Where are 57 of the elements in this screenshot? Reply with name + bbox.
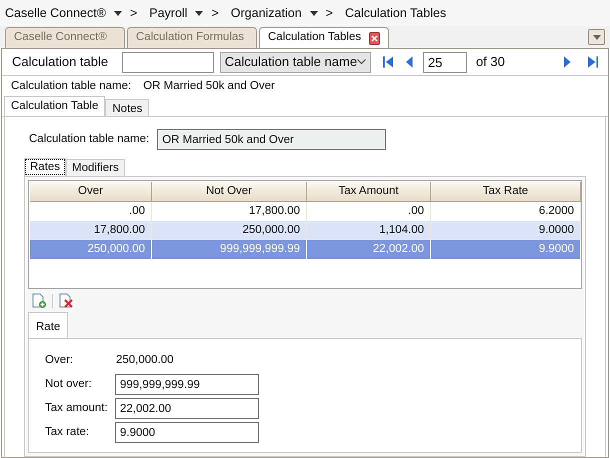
table-cell: 17,800.00 (30, 221, 152, 240)
breadcrumb-item[interactable]: Calculation Tables (344, 4, 446, 22)
caret-icon (592, 34, 600, 40)
page-count: of 30 (476, 53, 506, 72)
field-label: Calculation table name: (29, 132, 150, 147)
caret-icon[interactable] (310, 10, 318, 16)
tab[interactable]: Calculation Tables (259, 27, 389, 48)
field-label: Not over: (45, 376, 93, 392)
input-field[interactable]: 999,999,999.99 (115, 374, 259, 395)
table-cell: 22,002.00 (307, 240, 431, 259)
table-cell: 1,104.00 (307, 221, 431, 240)
field-label: Tax rate: (45, 424, 90, 440)
tab[interactable]: Calculation Table (4, 96, 106, 116)
chevron-down-icon (357, 59, 366, 65)
add-document-icon[interactable] (31, 293, 47, 309)
tab[interactable]: Rate (28, 312, 68, 338)
caret-icon[interactable] (114, 10, 122, 16)
column-header[interactable]: Tax Rate (431, 182, 581, 202)
breadcrumb-separator: > (130, 4, 138, 22)
breadcrumb-item[interactable]: Organization (230, 4, 302, 22)
table-cell: 9.9000 (431, 240, 581, 259)
column-header[interactable]: Not Over (152, 182, 307, 202)
column-header[interactable]: Tax Amount (307, 182, 431, 202)
sort-dropdown[interactable]: Calculation table name (220, 52, 372, 72)
page-field[interactable]: 25 (422, 52, 467, 72)
tab[interactable]: Modifiers (66, 159, 125, 176)
table-cell: 250,000.00 (30, 240, 152, 259)
last-page-icon[interactable] (588, 56, 598, 68)
field-label: Over: (45, 352, 74, 368)
close-icon[interactable] (369, 32, 380, 44)
table-cell: 999,999,999.99 (152, 240, 307, 259)
tab-list-button[interactable] (588, 29, 605, 45)
summary-value: OR Married 50k and Over (143, 78, 275, 94)
tab[interactable]: Calculation Formulas (127, 27, 257, 48)
first-page-icon[interactable] (383, 56, 394, 68)
tab[interactable]: Rates (24, 158, 66, 176)
breadcrumb-item[interactable]: Payroll (149, 4, 188, 22)
table-cell: 250,000.00 (152, 221, 307, 240)
search-field[interactable] (122, 52, 214, 72)
breadcrumb-separator: > (211, 4, 219, 22)
delete-document-icon[interactable] (58, 293, 74, 309)
field-value: 250,000.00 (115, 352, 175, 368)
previous-page-icon[interactable] (406, 56, 413, 68)
tab[interactable]: Notes (105, 99, 150, 116)
summary-label: Calculation table name: (11, 78, 132, 94)
caret-icon[interactable] (195, 10, 204, 16)
breadcrumb-separator: > (326, 4, 333, 22)
tab[interactable]: Caselle Connect® (5, 27, 125, 48)
input-field[interactable]: 9.9000 (115, 422, 259, 443)
name-field[interactable]: OR Married 50k and Over (157, 129, 386, 150)
field-label: Calculation table (12, 53, 110, 72)
field-label: Tax amount: (45, 400, 109, 416)
input-field[interactable]: 22,002.00 (115, 398, 259, 419)
breadcrumb-item[interactable]: Caselle Connect® (5, 4, 106, 22)
next-page-icon[interactable] (564, 56, 571, 68)
column-header[interactable]: Over (30, 182, 152, 202)
table-cell: 9.0000 (431, 221, 581, 240)
